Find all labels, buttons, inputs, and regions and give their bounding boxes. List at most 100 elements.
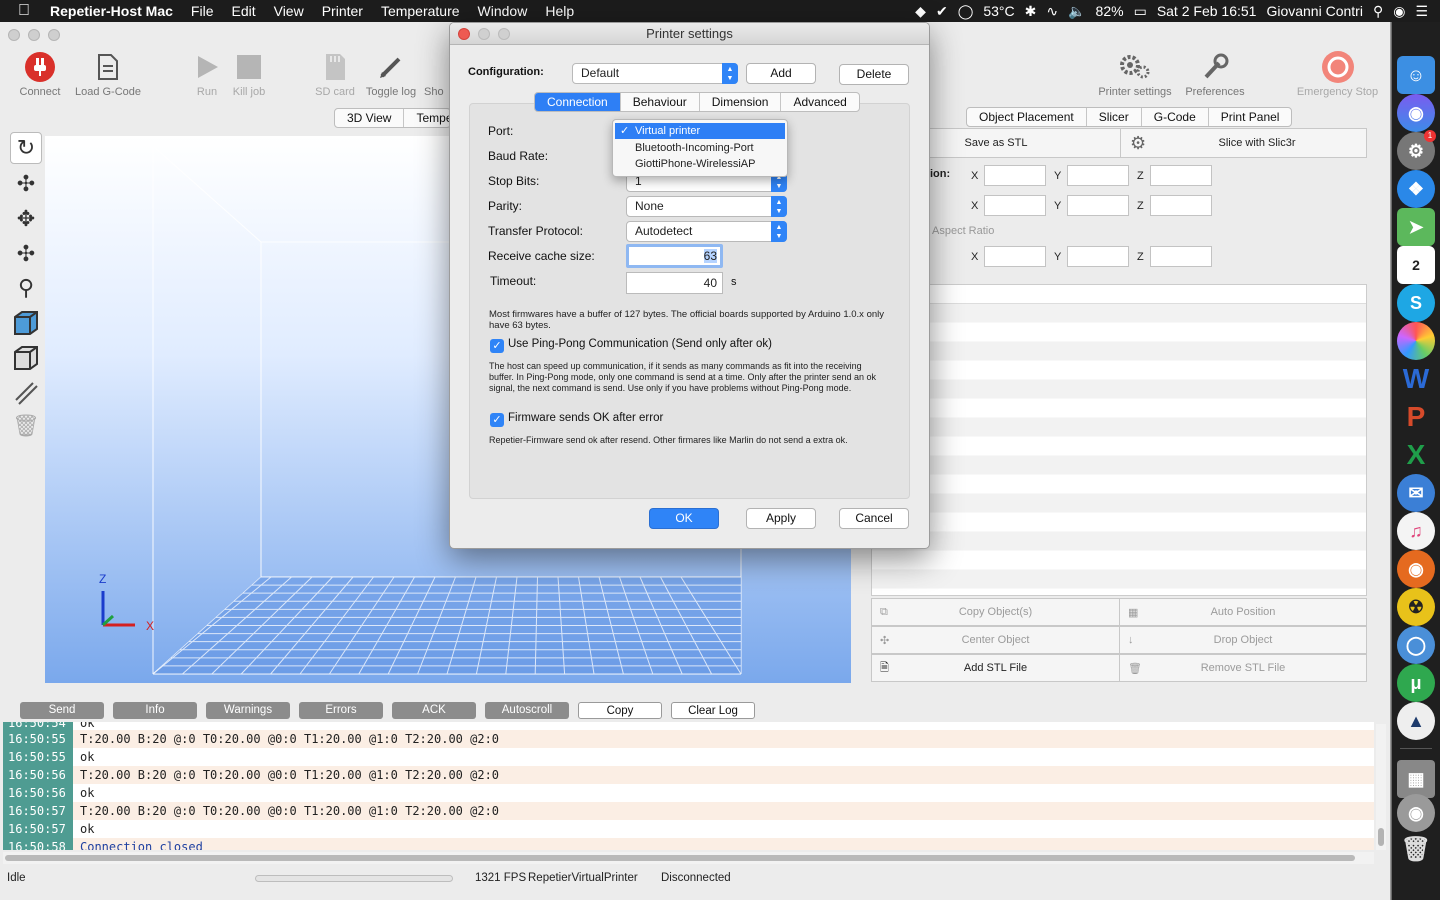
notification-center-icon[interactable]: ☰: [1415, 3, 1428, 20]
show-button[interactable]: Sho: [424, 50, 448, 98]
firefox-icon[interactable]: ◉: [1397, 550, 1435, 588]
object-list-row[interactable]: [872, 551, 1366, 570]
zoom-window-icon[interactable]: [48, 29, 60, 41]
tab-gcode[interactable]: G-Code: [1142, 108, 1209, 126]
object-list-row[interactable]: [872, 285, 1366, 304]
clock[interactable]: Sat 2 Feb 16:51: [1157, 3, 1257, 19]
object-list-row[interactable]: [872, 399, 1366, 418]
object-list-row[interactable]: [872, 513, 1366, 532]
object-list-row[interactable]: [872, 323, 1366, 342]
tab-advanced[interactable]: Advanced: [781, 93, 858, 111]
log-clear-button[interactable]: Clear Log: [671, 702, 755, 719]
tab-object-placement[interactable]: Object Placement: [967, 108, 1087, 126]
aspect-ratio-checkbox[interactable]: Aspect Ratio: [932, 225, 994, 237]
tab-3d-view[interactable]: 3D View: [335, 109, 405, 127]
word-icon[interactable]: W: [1397, 360, 1435, 398]
add-stl-button[interactable]: 🗎 Add STL File: [871, 654, 1120, 682]
trash-dock-icon[interactable]: 🗑: [1397, 830, 1435, 868]
menu-temperature[interactable]: Temperature: [381, 3, 460, 19]
rotation-x-input[interactable]: [984, 195, 1046, 216]
configuration-select[interactable]: Default ▲ ▼: [572, 63, 738, 84]
port-option-virtual-printer[interactable]: ✓ Virtual printer: [615, 123, 785, 139]
top-view-button[interactable]: [10, 342, 42, 374]
object-list-row[interactable]: [872, 570, 1366, 589]
menu-window[interactable]: Window: [478, 3, 528, 19]
rotation-y-input[interactable]: [1067, 195, 1129, 216]
parallel-projection-button[interactable]: [10, 377, 42, 409]
parity-select[interactable]: None ▲ ▼: [626, 196, 787, 217]
center-object-button[interactable]: ✣ Center Object: [871, 626, 1120, 654]
repetier-icon[interactable]: ▲: [1397, 702, 1435, 740]
apple-icon[interactable]: : [18, 2, 30, 20]
tab-temperature[interactable]: Tempe: [404, 109, 450, 127]
maps-icon[interactable]: ➤: [1397, 208, 1435, 246]
front-view-button[interactable]: [10, 307, 42, 339]
scale-x-input[interactable]: [984, 246, 1046, 267]
tab-connection[interactable]: Connection: [535, 93, 621, 111]
menu-edit[interactable]: Edit: [231, 3, 255, 19]
log-warnings-button[interactable]: Warnings: [206, 702, 290, 719]
mail-icon[interactable]: ✉: [1397, 474, 1435, 512]
bluetooth-icon[interactable]: ✱: [1025, 3, 1037, 20]
radiation-icon[interactable]: ☢: [1397, 588, 1435, 626]
move-camera-button[interactable]: ✥: [10, 203, 42, 235]
hscroll-thumb[interactable]: [5, 855, 1355, 861]
log-panel[interactable]: 16:50:54 ok 16:50:55 T:20.00 B:20 @:0 T0:…: [3, 722, 1374, 850]
kill-job-button[interactable]: Kill job: [214, 50, 284, 98]
clear-objects-button[interactable]: 🗑: [10, 410, 42, 442]
object-list-row[interactable]: [872, 532, 1366, 551]
menu-file[interactable]: File: [191, 3, 214, 19]
receive-cache-input[interactable]: 63: [626, 244, 723, 268]
position-x-input[interactable]: [984, 165, 1046, 186]
battery-icon[interactable]: ▭: [1134, 3, 1147, 20]
powerpoint-icon[interactable]: P: [1397, 398, 1435, 436]
itunes-icon[interactable]: ♫: [1397, 512, 1435, 550]
tab-print-panel[interactable]: Print Panel: [1209, 108, 1292, 126]
log-ack-button[interactable]: ACK: [392, 702, 476, 719]
menu-printer[interactable]: Printer: [322, 3, 363, 19]
utorrent-icon[interactable]: μ: [1397, 664, 1435, 702]
close-window-icon[interactable]: [8, 29, 20, 41]
object-list-row[interactable]: [872, 589, 1366, 595]
log-send-button[interactable]: Send: [20, 702, 104, 719]
scale-z-input[interactable]: [1150, 246, 1212, 267]
volume-icon[interactable]: 🔈: [1068, 3, 1085, 20]
photos-icon[interactable]: [1397, 322, 1435, 360]
siri-icon[interactable]: ◉: [1393, 3, 1405, 20]
toggle-log-button[interactable]: Toggle log: [356, 50, 426, 98]
object-list-row[interactable]: [872, 380, 1366, 399]
app-menu[interactable]: Repetier-Host Mac: [50, 3, 173, 19]
pingpong-label[interactable]: Use Ping-Pong Communication (Send only a…: [508, 338, 772, 350]
add-config-button[interactable]: Add: [746, 63, 816, 84]
ok-after-error-label[interactable]: Firmware sends OK after error: [508, 412, 663, 424]
excel-icon[interactable]: X: [1397, 436, 1435, 474]
drop-object-button[interactable]: ↓ Drop Object: [1119, 626, 1367, 654]
move-object-button[interactable]: ✣: [10, 238, 42, 270]
battery-percent[interactable]: 82%: [1096, 3, 1124, 19]
tab-dimension[interactable]: Dimension: [700, 93, 782, 111]
port-option-iphone[interactable]: GiottiPhone-WirelessiAP: [615, 156, 785, 172]
slice-button[interactable]: Slice with Slic3r: [1162, 129, 1352, 157]
downloads-stack-icon[interactable]: ▦: [1397, 760, 1435, 798]
object-list-row[interactable]: [872, 304, 1366, 323]
globe-icon[interactable]: ◯: [1397, 626, 1435, 664]
position-z-input[interactable]: [1150, 165, 1212, 186]
zoom-button[interactable]: ⚲: [10, 272, 42, 304]
ok-button[interactable]: OK: [649, 508, 719, 529]
rotate-camera-button[interactable]: ✣: [10, 168, 42, 200]
scroll-thumb[interactable]: [1378, 828, 1384, 846]
finder-icon[interactable]: ☺: [1397, 56, 1435, 94]
wifi-icon[interactable]: ∿: [1046, 3, 1058, 20]
rotation-z-input[interactable]: [1150, 195, 1212, 216]
preferences-button[interactable]: Preferences: [1180, 50, 1250, 98]
object-list-row[interactable]: [872, 418, 1366, 437]
user-name[interactable]: Giovanni Contri: [1266, 3, 1363, 19]
reset-view-button[interactable]: ↻: [10, 132, 42, 164]
load-gcode-button[interactable]: Load G-Code: [73, 50, 143, 98]
delete-config-button[interactable]: Delete: [839, 64, 909, 85]
log-errors-button[interactable]: Errors: [299, 702, 383, 719]
printer-settings-button[interactable]: Printer settings: [1092, 50, 1178, 98]
calendar-icon[interactable]: 2: [1397, 246, 1435, 284]
copy-objects-button[interactable]: ⧉ Copy Object(s): [871, 598, 1120, 626]
siri-dock-icon[interactable]: ◉: [1397, 94, 1435, 132]
